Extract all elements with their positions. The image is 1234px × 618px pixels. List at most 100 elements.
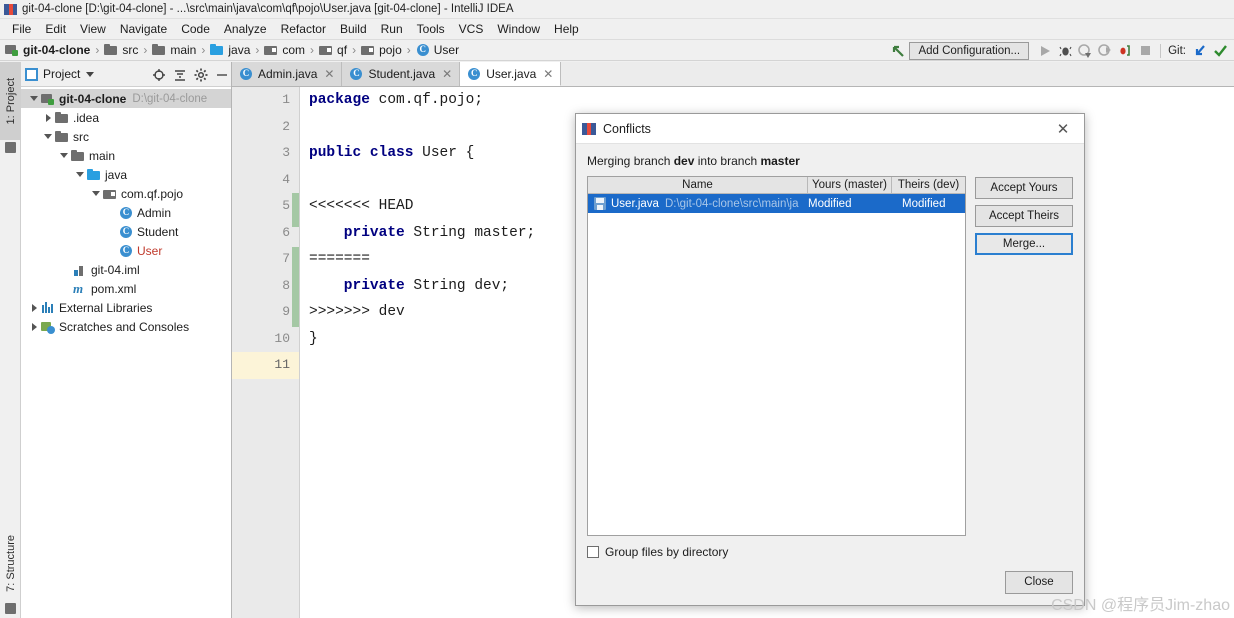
breadcrumb-item-qf[interactable]: qf [319,43,347,57]
column-header-theirs[interactable]: Theirs (dev) [892,177,965,193]
group-files-checkbox[interactable] [587,546,599,558]
breadcrumb-item-java[interactable]: java [210,43,250,57]
menu-item-run[interactable]: Run [374,20,410,38]
tree-item-student[interactable]: Student [21,222,231,241]
menu-bar: File Edit View Navigate Code Analyze Ref… [0,19,1234,40]
tab-label: Student.java [368,67,436,81]
close-icon[interactable]: ✕ [324,67,334,81]
commit-checkmark-icon[interactable] [1210,41,1230,61]
dialog-action-buttons: Accept Yours Accept Theirs Merge... [975,176,1073,536]
tree-item-admin[interactable]: Admin [21,203,231,222]
menu-item-tools[interactable]: Tools [410,20,452,38]
twisty-open-icon[interactable] [89,191,103,196]
attach-debugger-icon[interactable] [1115,41,1135,61]
close-icon[interactable]: ✕ [1048,115,1078,143]
update-project-icon[interactable] [1190,41,1210,61]
breadcrumb-label: User [433,43,460,57]
line-number: 3 [282,145,290,160]
project-panel-header: Project [21,62,231,87]
java-class-icon [119,206,133,220]
tree-item-scratches-and-consoles[interactable]: Scratches and Consoles [21,317,231,336]
project-tool-icon [5,142,16,153]
breadcrumb-item-main[interactable]: main [152,43,196,57]
twisty-open-icon[interactable] [41,134,55,139]
chevron-down-icon[interactable] [86,71,95,77]
line-number: 6 [282,224,290,240]
accept-yours-button[interactable]: Accept Yours [975,177,1073,199]
tool-tab-project-label: 1: Project [4,77,17,125]
project-module-icon [5,43,19,57]
stop-icon[interactable] [1135,41,1155,61]
breadcrumb-item-project[interactable]: git-04-clone [5,43,90,57]
vcs-change-marker[interactable] [292,193,299,227]
tree-item-pom-xml[interactable]: m pom.xml [21,279,231,298]
menu-item-window[interactable]: Window [490,20,547,38]
menu-item-analyze[interactable]: Analyze [217,20,274,38]
profile-icon[interactable] [1095,41,1115,61]
menu-item-view[interactable]: View [73,20,113,38]
conflicts-dialog: Conflicts ✕ Merging branch dev into bran… [575,113,1085,606]
tool-tab-project[interactable]: 1: Project [0,62,21,140]
tool-tab-structure[interactable]: 7: Structure [0,526,21,600]
close-button[interactable]: Close [1005,570,1073,594]
breadcrumb-separator: › [255,43,260,57]
breadcrumb-item-user[interactable]: User [416,43,459,57]
tree-item-com-qf-pojo[interactable]: com.qf.pojo [21,184,231,203]
folder-icon [55,111,69,125]
merge-button[interactable]: Merge... [975,233,1073,255]
vcs-change-marker[interactable] [292,247,299,327]
tree-item-main[interactable]: main [21,146,231,165]
file-path: D:\git-04-clone\src\main\ja [664,197,799,210]
tab-admin-java[interactable]: Admin.java ✕ [232,62,343,86]
menu-item-edit[interactable]: Edit [38,20,73,38]
twisty-open-icon[interactable] [57,153,71,158]
menu-item-code[interactable]: Code [174,20,217,38]
gear-icon[interactable] [194,68,208,82]
table-row[interactable]: User.java D:\git-04-clone\src\main\ja Mo… [588,194,965,213]
menu-item-build[interactable]: Build [333,20,374,38]
menu-item-help[interactable]: Help [547,20,586,38]
tree-item-git-04-iml[interactable]: git-04.iml [21,260,231,279]
project-view-icon [25,67,38,81]
scroll-from-source-icon[interactable] [152,68,166,82]
tree-item-idea[interactable]: .idea [21,108,231,127]
breadcrumb-item-com[interactable]: com [264,43,305,57]
group-files-by-directory-row[interactable]: Group files by directory [587,545,1073,559]
close-icon[interactable]: ✕ [442,67,452,81]
twisty-open-icon[interactable] [73,172,87,177]
collapse-all-icon[interactable] [173,68,187,82]
tree-item-git-04-clone[interactable]: git-04-clone D:\git-04-clone [21,89,231,108]
menu-item-refactor[interactable]: Refactor [274,20,333,38]
tree-item-java[interactable]: java [21,165,231,184]
close-icon[interactable]: ✕ [543,67,553,81]
column-header-name[interactable]: Name [588,177,808,193]
tree-item-src[interactable]: src [21,127,231,146]
twisty-closed-icon[interactable] [27,322,41,331]
run-icon[interactable] [1035,41,1055,61]
accept-theirs-button[interactable]: Accept Theirs [975,205,1073,227]
menu-item-vcs[interactable]: VCS [452,20,491,38]
breadcrumb-item-pojo[interactable]: pojo [361,43,402,57]
twisty-open-icon[interactable] [27,96,41,101]
hide-icon[interactable] [215,68,229,82]
twisty-closed-icon[interactable] [41,113,55,122]
column-header-yours[interactable]: Yours (master) [808,177,892,193]
cell-theirs-status: Modified [902,197,946,210]
debug-icon[interactable] [1055,41,1075,61]
structure-tool-icon [5,603,16,614]
menu-item-file[interactable]: File [5,20,38,38]
twisty-closed-icon[interactable] [27,303,41,312]
tab-user-java[interactable]: User.java ✕ [460,62,562,86]
window-titlebar: git-04-clone [D:\git-04-clone] - ...\src… [0,0,1234,19]
tab-student-java[interactable]: Student.java ✕ [342,62,461,86]
tree-item-external-libraries[interactable]: External Libraries [21,298,231,317]
breadcrumb-separator: › [95,43,100,57]
menu-item-navigate[interactable]: Navigate [113,20,174,38]
breadcrumb-label: qf [337,43,348,57]
breadcrumb-item-src[interactable]: src [104,43,138,57]
back-arrow-icon[interactable] [889,41,909,61]
run-with-coverage-icon[interactable] [1075,41,1095,61]
add-configuration-button[interactable]: Add Configuration... [909,41,1030,60]
tree-item-user[interactable]: User [21,241,231,260]
code-segment: User { [413,145,475,161]
